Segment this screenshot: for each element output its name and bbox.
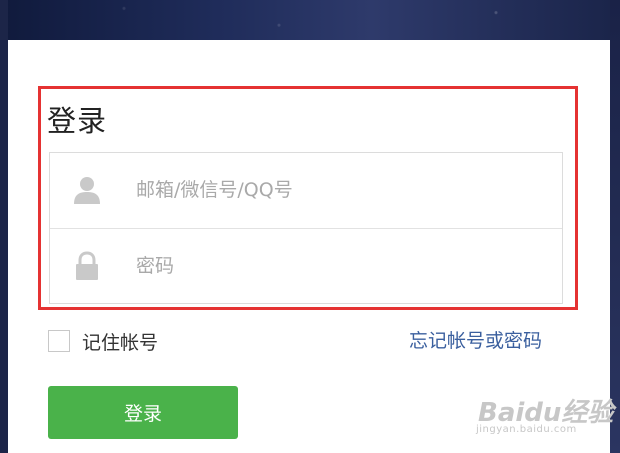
watermark-url: jingyan.baidu.com: [476, 424, 577, 435]
login-button-label: 登录: [123, 403, 162, 425]
forgot-link[interactable]: 忘记帐号或密码: [409, 328, 542, 354]
remember-label: 记住帐号: [82, 331, 159, 354]
watermark: Baidu经验 jingyan.baidu.com: [476, 392, 616, 442]
background-top: [0, 0, 620, 42]
highlight-annotation: [38, 86, 578, 310]
background-left: [0, 0, 8, 453]
background-right: [610, 0, 620, 453]
remember-checkbox[interactable]: [48, 330, 70, 352]
login-button[interactable]: 登录: [48, 386, 238, 439]
remember-account[interactable]: 记住帐号: [48, 328, 158, 354]
